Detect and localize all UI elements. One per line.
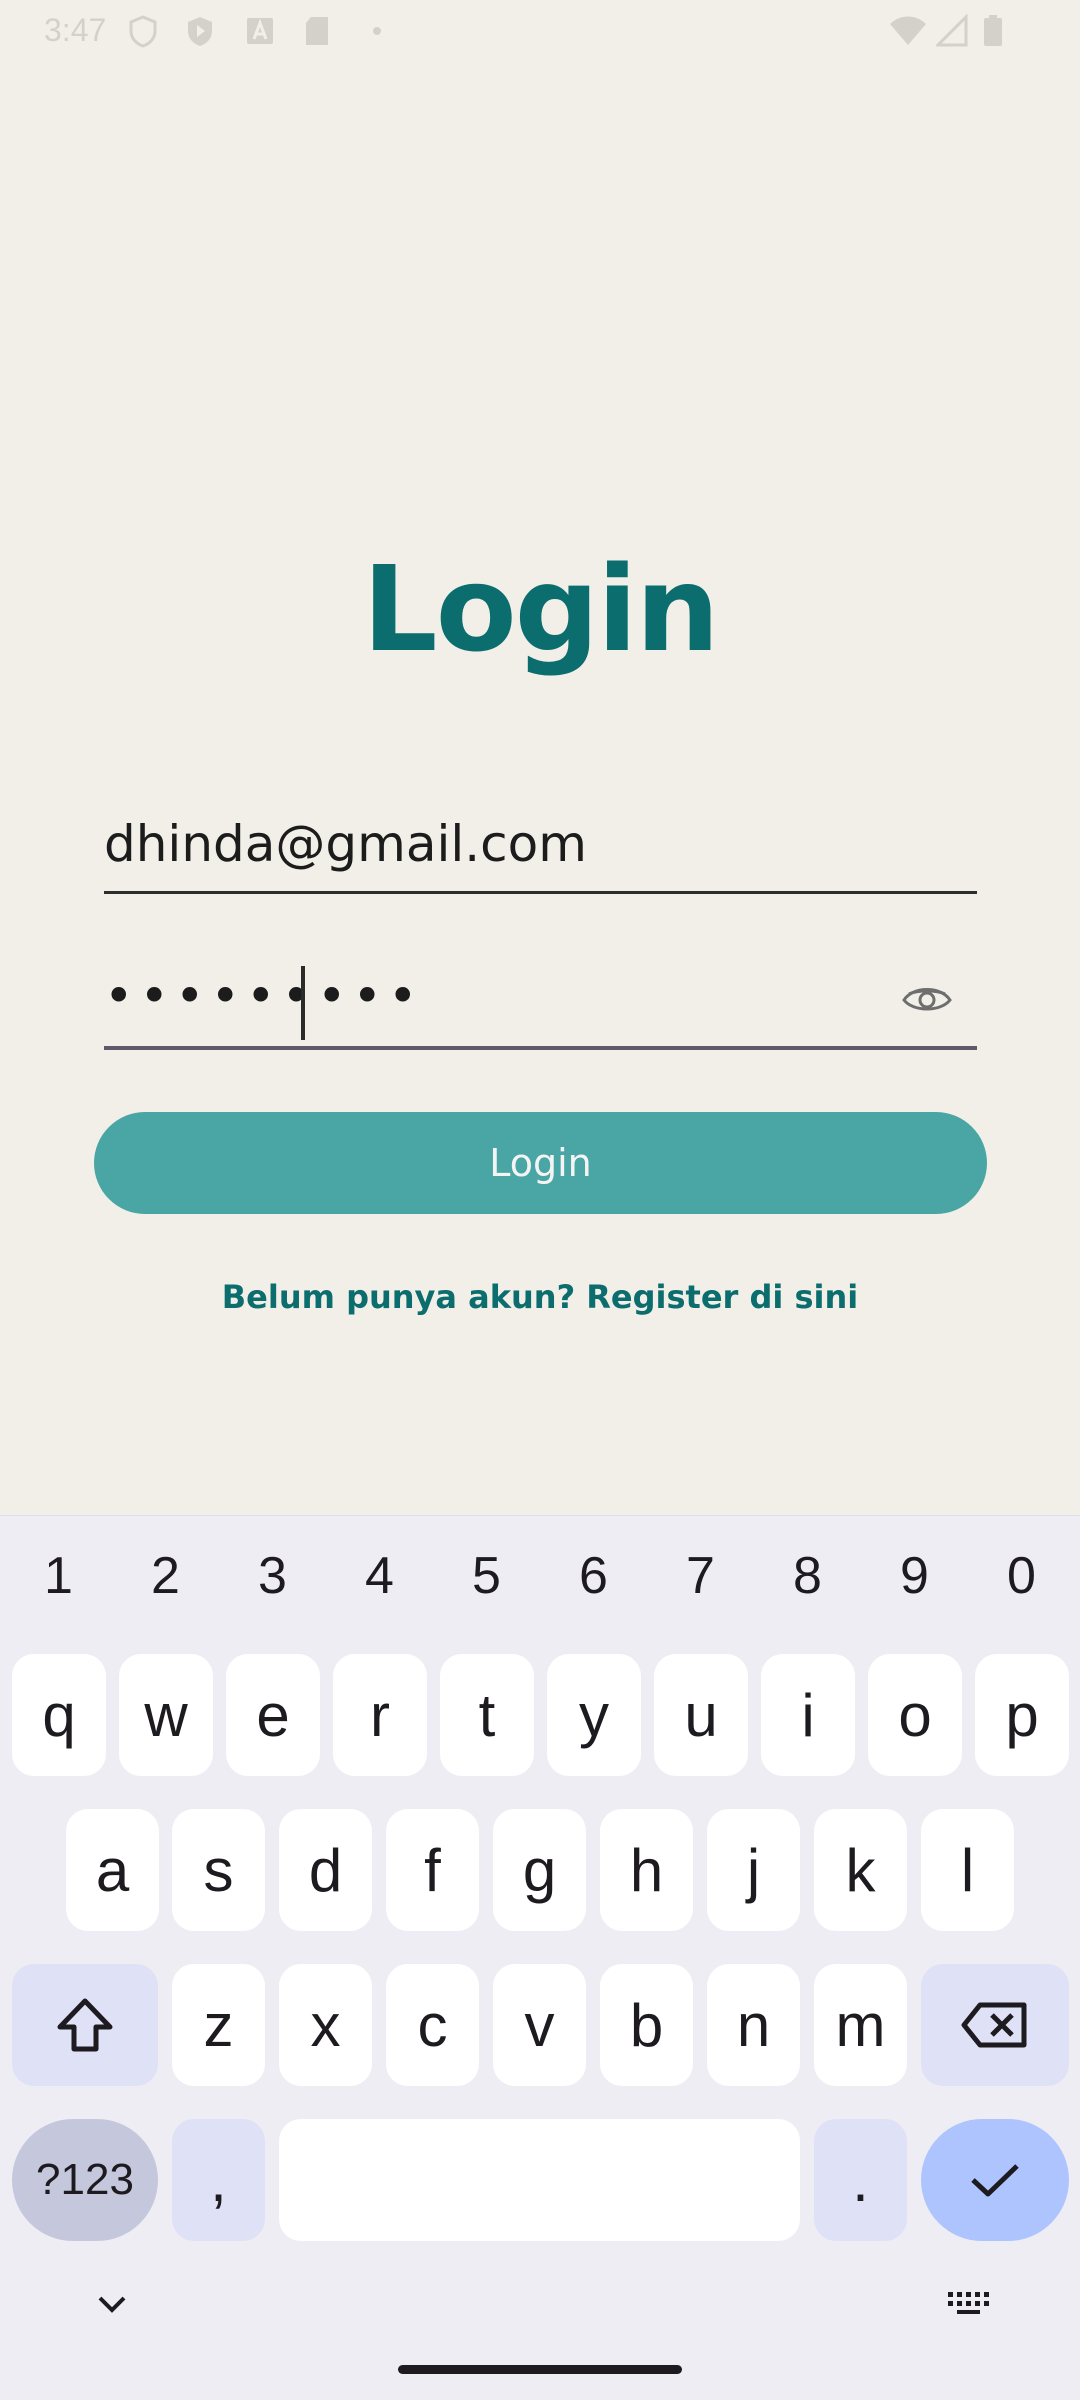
key-k[interactable]: k xyxy=(814,1809,907,1931)
signal-icon xyxy=(936,14,968,47)
page-title: Login xyxy=(362,540,719,678)
key-f[interactable]: f xyxy=(386,1809,479,1931)
email-field[interactable] xyxy=(104,800,977,894)
shift-key[interactable] xyxy=(12,1964,158,2086)
key-b[interactable]: b xyxy=(600,1964,693,2086)
font-icon xyxy=(247,18,273,44)
key-8[interactable]: 8 xyxy=(754,1546,861,1606)
key-d[interactable]: d xyxy=(279,1809,372,1931)
comma-key[interactable]: , xyxy=(172,2119,265,2241)
chevron-down-icon[interactable] xyxy=(92,2290,132,2318)
key-n[interactable]: n xyxy=(707,1964,800,2086)
password-input[interactable] xyxy=(104,950,804,1042)
key-3[interactable]: 3 xyxy=(219,1546,326,1606)
key-i[interactable]: i xyxy=(761,1654,855,1776)
key-z[interactable]: z xyxy=(172,1964,265,2086)
battery-icon xyxy=(984,15,1002,46)
key-0[interactable]: 0 xyxy=(968,1546,1075,1606)
text-cursor xyxy=(301,966,305,1040)
key-m[interactable]: m xyxy=(814,1964,907,2086)
done-key[interactable] xyxy=(921,2119,1069,2241)
key-x[interactable]: x xyxy=(279,1964,372,2086)
key-9[interactable]: 9 xyxy=(861,1546,968,1606)
key-p[interactable]: p xyxy=(975,1654,1069,1776)
key-e[interactable]: e xyxy=(226,1654,320,1776)
shift-icon xyxy=(57,1998,113,2052)
register-link[interactable]: Belum punya akun? Register di sini xyxy=(0,1278,1080,1316)
soft-keyboard: 1 2 3 4 5 6 7 8 9 0 q w e r t y u i o p … xyxy=(0,1515,1080,2400)
key-2[interactable]: 2 xyxy=(112,1546,219,1606)
key-q[interactable]: q xyxy=(12,1654,106,1776)
sd-card-icon xyxy=(306,17,328,45)
key-4[interactable]: 4 xyxy=(326,1546,433,1606)
key-j[interactable]: j xyxy=(707,1809,800,1931)
shield-icon xyxy=(129,15,157,48)
email-input[interactable] xyxy=(104,800,977,888)
key-w[interactable]: w xyxy=(119,1654,213,1776)
home-indicator[interactable] xyxy=(398,2365,682,2374)
key-r[interactable]: r xyxy=(333,1654,427,1776)
key-u[interactable]: u xyxy=(654,1654,748,1776)
key-1[interactable]: 1 xyxy=(5,1546,112,1606)
space-key[interactable] xyxy=(279,2119,800,2241)
navigation-bar xyxy=(0,2270,1080,2400)
key-v[interactable]: v xyxy=(493,1964,586,2086)
key-s[interactable]: s xyxy=(172,1809,265,1931)
key-h[interactable]: h xyxy=(600,1809,693,1931)
checkmark-icon xyxy=(971,2164,1019,2197)
eye-icon[interactable] xyxy=(901,980,953,1020)
key-o[interactable]: o xyxy=(868,1654,962,1776)
key-5[interactable]: 5 xyxy=(433,1546,540,1606)
backspace-key[interactable] xyxy=(921,1964,1069,2086)
backspace-icon xyxy=(961,2002,1027,2048)
key-a[interactable]: a xyxy=(66,1809,159,1931)
status-bar: 3:47 xyxy=(0,0,1080,62)
key-g[interactable]: g xyxy=(493,1809,586,1931)
login-button[interactable]: Login xyxy=(94,1112,987,1214)
play-protect-icon xyxy=(188,17,212,46)
symbols-key[interactable]: ?123 xyxy=(12,2119,158,2241)
wifi-icon xyxy=(890,16,926,45)
period-key[interactable]: . xyxy=(814,2119,907,2241)
key-7[interactable]: 7 xyxy=(647,1546,754,1606)
password-field[interactable] xyxy=(104,950,977,1050)
key-l[interactable]: l xyxy=(921,1809,1014,1931)
key-6[interactable]: 6 xyxy=(540,1546,647,1606)
key-y[interactable]: y xyxy=(547,1654,641,1776)
dot-icon xyxy=(373,27,381,35)
key-t[interactable]: t xyxy=(440,1654,534,1776)
key-c[interactable]: c xyxy=(386,1964,479,2086)
number-row: 1 2 3 4 5 6 7 8 9 0 xyxy=(0,1546,1080,1636)
keyboard-icon[interactable] xyxy=(946,2288,992,2318)
status-time: 3:47 xyxy=(44,12,107,48)
